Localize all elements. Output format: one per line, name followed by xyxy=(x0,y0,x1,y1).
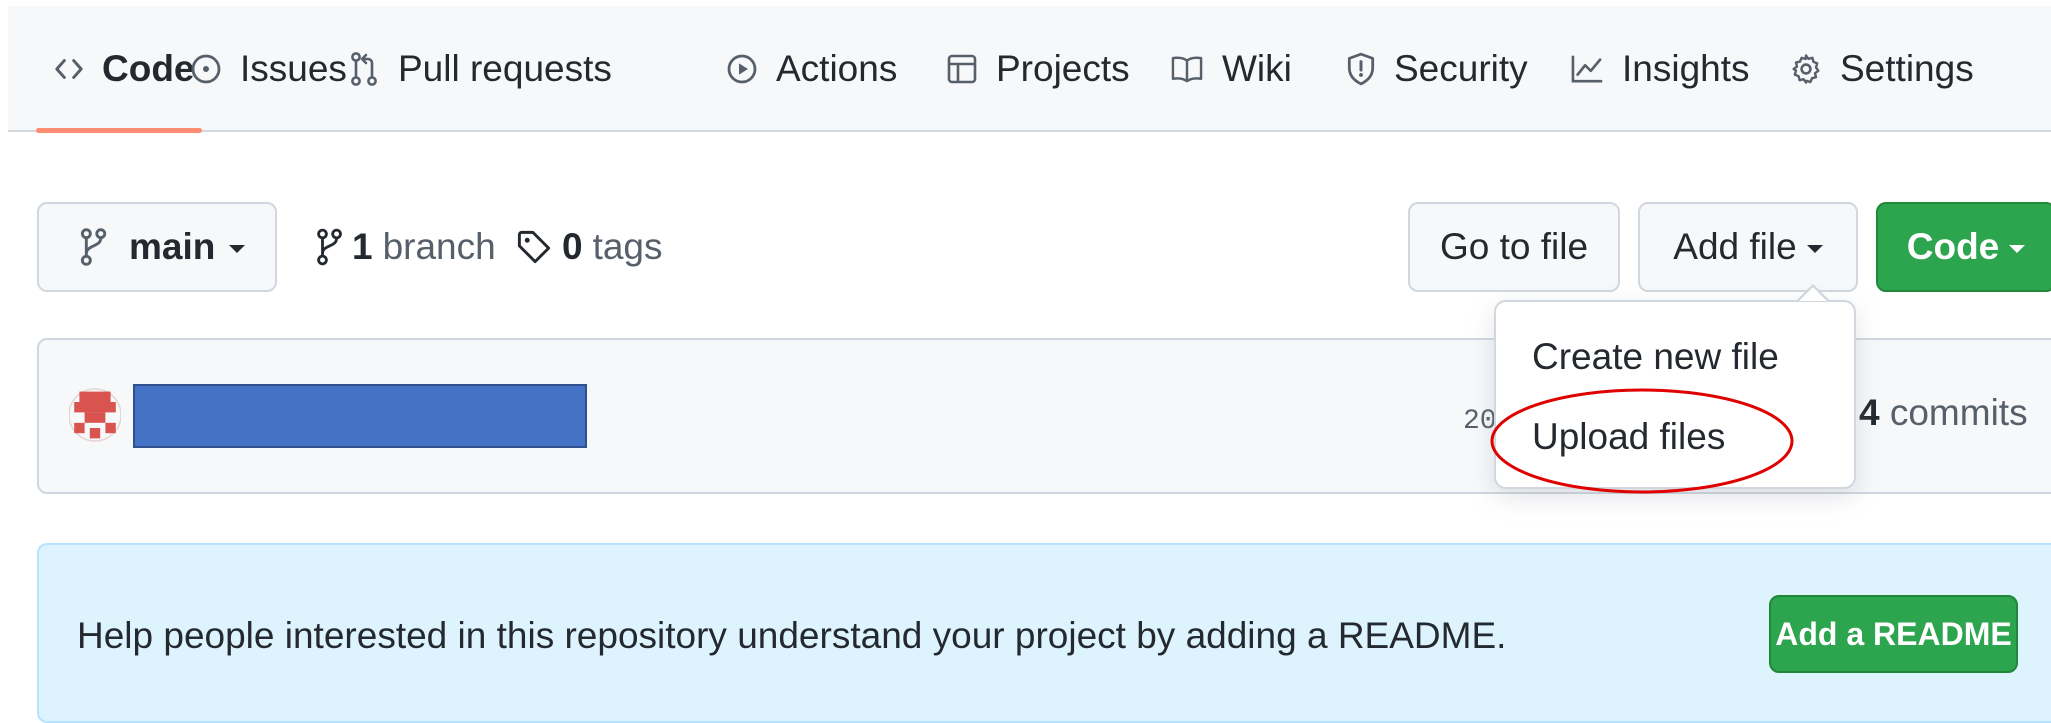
graph-icon xyxy=(1571,55,1603,83)
tag-count: 0 xyxy=(562,226,583,267)
tags-link[interactable]: 0 tags xyxy=(516,222,663,272)
tab-label: Wiki xyxy=(1222,48,1292,89)
tag-icon xyxy=(517,230,551,264)
tab-insights[interactable]: Insights xyxy=(1570,6,1750,132)
tag-word: tags xyxy=(592,226,663,267)
commit-count: 4 xyxy=(1859,392,1880,433)
chevron-down-icon xyxy=(2009,245,2026,253)
tab-actions[interactable]: Actions xyxy=(726,6,897,132)
add-file-menu: Create new file Upload files xyxy=(1494,300,1856,489)
repo-nav: Code Issues Pull requests Actions Projec… xyxy=(8,6,2051,133)
pull-request-icon xyxy=(351,52,377,86)
tab-label: Insights xyxy=(1622,48,1750,89)
branches-link[interactable]: 1 branch xyxy=(316,222,496,272)
play-icon xyxy=(727,54,757,84)
menu-item-upload-files[interactable]: Upload files xyxy=(1532,416,1725,458)
tab-security[interactable]: Security xyxy=(1346,6,1528,132)
selected-tab-indicator xyxy=(36,128,202,133)
tab-settings[interactable]: Settings xyxy=(1790,6,1974,132)
redacted-commit-message xyxy=(133,384,587,448)
tab-label: Projects xyxy=(996,48,1130,89)
branch-count: 1 xyxy=(352,226,373,267)
commits-link[interactable]: 4 commits xyxy=(1859,392,2028,434)
git-branch-icon xyxy=(317,228,342,266)
add-readme-button[interactable]: Add a README xyxy=(1769,595,2018,673)
tab-label: Pull requests xyxy=(398,48,612,89)
code-button-label: Code xyxy=(1906,226,2000,267)
tab-projects[interactable]: Projects xyxy=(946,6,1130,132)
readme-message: Help people interested in this repositor… xyxy=(77,615,1507,656)
branch-word: branch xyxy=(382,226,496,267)
tab-label: Code xyxy=(102,48,195,89)
commit-word: commits xyxy=(1889,392,2028,433)
add-file-button[interactable]: Add file xyxy=(1638,202,1858,292)
go-to-file-button[interactable]: Go to file xyxy=(1408,202,1620,292)
tab-wiki[interactable]: Wiki xyxy=(1170,6,1292,132)
menu-item-label: Create new file xyxy=(1532,336,1779,377)
tab-label: Settings xyxy=(1840,48,1974,89)
go-to-file-label: Go to file xyxy=(1439,226,1589,267)
tab-label: Security xyxy=(1394,48,1528,89)
avatar[interactable] xyxy=(69,386,121,444)
branch-name: main xyxy=(129,226,216,267)
tab-code[interactable]: Code xyxy=(54,6,195,132)
git-branch-icon xyxy=(80,228,107,266)
code-icon xyxy=(55,59,83,79)
chevron-down-icon xyxy=(1806,245,1823,253)
add-readme-label: Add a README xyxy=(1775,615,2012,652)
book-icon xyxy=(1171,56,1203,83)
table-icon xyxy=(947,54,977,84)
commit-date: 20 xyxy=(1463,406,1497,437)
readme-banner: Help people interested in this repositor… xyxy=(37,543,2051,723)
gear-icon xyxy=(1792,54,1820,84)
tab-pull-requests[interactable]: Pull requests xyxy=(348,6,612,132)
issue-icon xyxy=(191,54,221,84)
menu-item-create-new-file[interactable]: Create new file xyxy=(1532,336,1779,378)
tab-label: Issues xyxy=(240,48,347,89)
menu-item-label: Upload files xyxy=(1532,416,1726,457)
tab-label: Actions xyxy=(776,48,898,89)
code-button[interactable]: Code xyxy=(1876,202,2051,292)
add-file-label: Add file xyxy=(1673,226,1797,267)
dropdown-arrow xyxy=(1799,287,1827,301)
chevron-down-icon xyxy=(229,245,246,253)
shield-icon xyxy=(1347,52,1375,86)
branch-select-button[interactable]: main xyxy=(37,202,277,292)
tab-issues[interactable]: Issues xyxy=(190,6,347,132)
